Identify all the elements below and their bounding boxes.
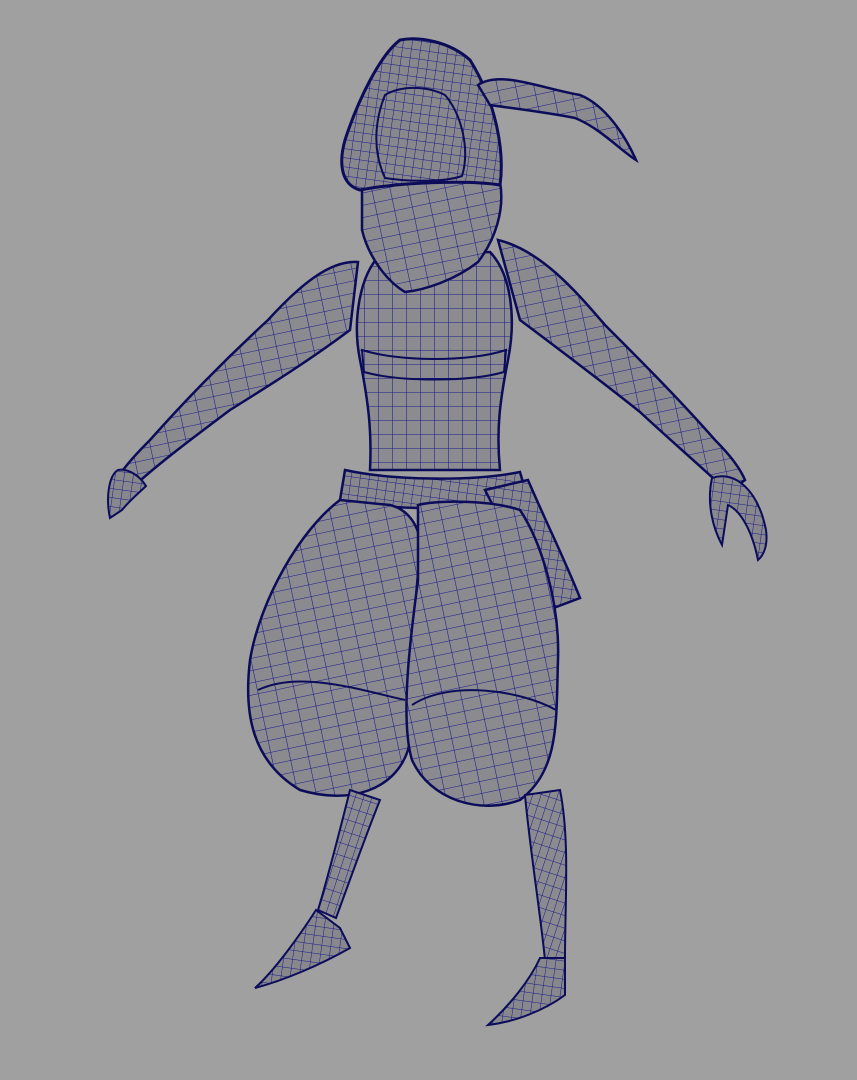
- left-arm: [116, 260, 360, 494]
- right-foot: [485, 957, 566, 1027]
- left-shin: [316, 788, 382, 920]
- right-shin: [523, 788, 568, 962]
- 3d-viewport[interactable]: [0, 0, 857, 1080]
- left-trouser: [246, 498, 422, 797]
- right-hand: [708, 475, 768, 562]
- character-wireframe-model[interactable]: [0, 0, 857, 1080]
- right-trouser: [405, 500, 560, 807]
- right-arm: [496, 238, 747, 494]
- left-foot: [254, 908, 352, 989]
